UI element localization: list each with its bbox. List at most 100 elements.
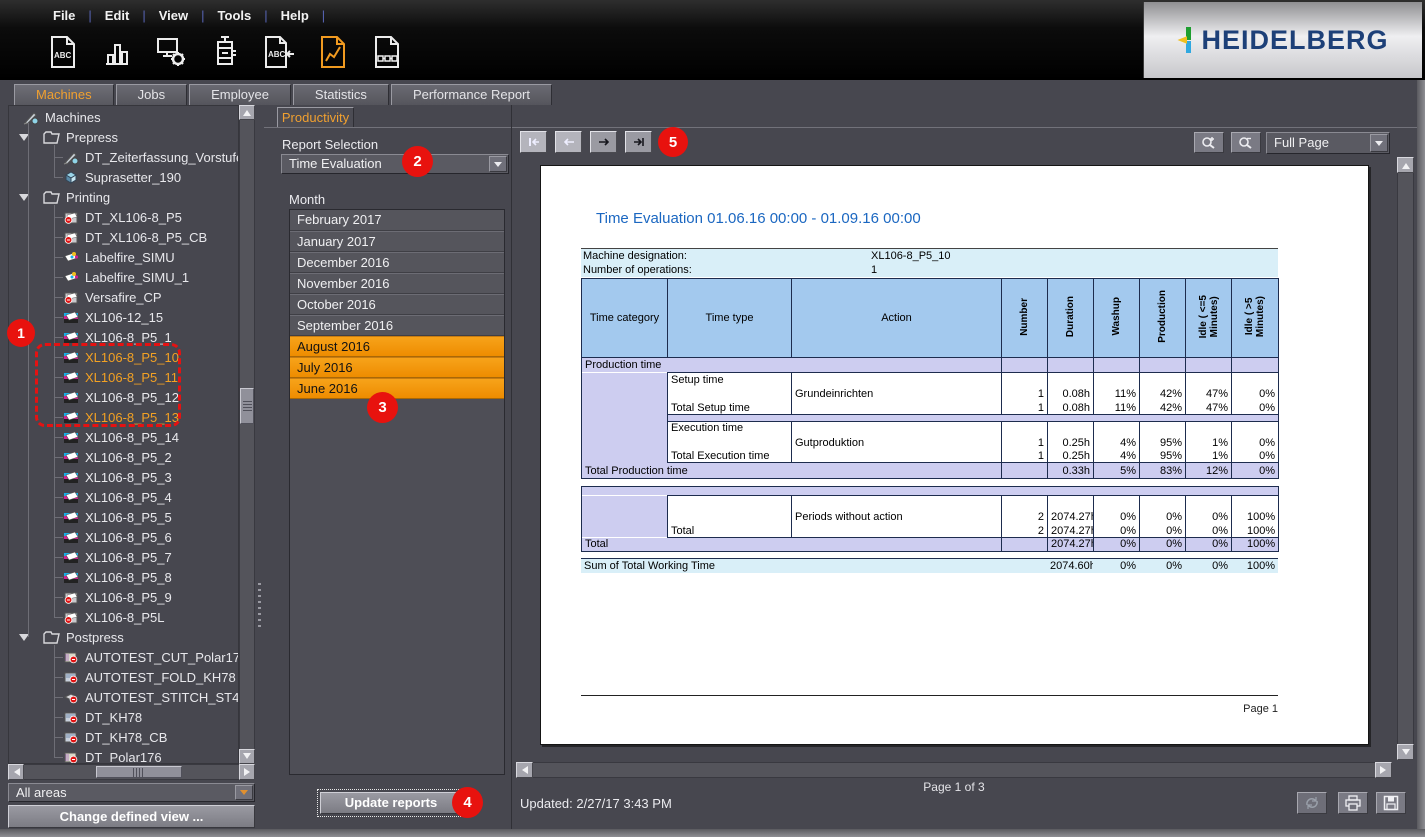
update-reports-button[interactable]: Update reports	[320, 792, 462, 814]
tree-scroll-right-button[interactable]	[239, 764, 255, 780]
time-type-total-cell: Total Setup time	[668, 402, 792, 415]
tree-item-xl106-8_p5_8[interactable]: XL106-8_P5_8	[9, 567, 238, 587]
print-button[interactable]	[1338, 792, 1368, 814]
dropdown-arrow-button[interactable]	[235, 785, 253, 800]
last-page-button[interactable]	[625, 131, 652, 153]
tree-item-autotest_cut_polar176[interactable]: AUTOTEST_CUT_Polar176	[9, 647, 238, 667]
tab-performance-report[interactable]: Performance Report	[391, 84, 552, 105]
save-button[interactable]	[1376, 792, 1406, 814]
menu-edit[interactable]: Edit	[92, 6, 143, 25]
doc-vscrollbar[interactable]	[1397, 157, 1414, 760]
next-page-button[interactable]	[590, 131, 617, 153]
month-item-november-2016[interactable]: November 2016	[290, 273, 504, 294]
tree-item-dt_kh78_cb[interactable]: DT_KH78_CB	[9, 727, 238, 747]
tree-item-autotest_stitch_st450[interactable]: AUTOTEST_STITCH_ST450	[9, 687, 238, 707]
zoom-out-button[interactable]	[1231, 132, 1261, 153]
month-item-february-2017[interactable]: February 2017	[290, 210, 504, 231]
doc-scroll-right-button[interactable]	[1375, 762, 1392, 778]
tab-employee[interactable]: Employee	[189, 84, 291, 105]
value-cell: 11%	[1094, 387, 1140, 402]
tree-item-xl106-8_p5_2[interactable]: XL106-8_P5_2	[9, 447, 238, 467]
tree-item-dt_polar176[interactable]: DT_Polar176	[9, 747, 238, 764]
doc-scroll-up-button[interactable]	[1397, 157, 1414, 173]
tree-item-xl106-8_p5_14[interactable]: XL106-8_P5_14	[9, 427, 238, 447]
tree-group-printing[interactable]: Printing	[9, 187, 238, 207]
time-type-cell	[668, 510, 792, 525]
tree-item-suprasetter_190[interactable]: Suprasetter_190	[9, 167, 238, 187]
tree-scroll-left-button[interactable]	[8, 764, 24, 780]
main-tab-bar: MachinesJobsEmployeeStatisticsPerformanc…	[14, 84, 552, 105]
month-item-january-2017[interactable]: January 2017	[290, 231, 504, 252]
tree-item-dt_xl106-8_p5[interactable]: DT_XL106-8_P5	[9, 207, 238, 227]
panel-splitter[interactable]	[256, 105, 263, 764]
tree-item-xl106-12_15[interactable]: XL106-12_15	[9, 307, 238, 327]
tree-hscroll-thumb[interactable]	[96, 766, 182, 778]
tree-vscrollbar[interactable]	[239, 105, 255, 764]
text-import-icon[interactable]: ABC	[260, 31, 298, 73]
tree-item-labelfire_simu[interactable]: Labelfire_SIMU	[9, 247, 238, 267]
tab-machines[interactable]: Machines	[14, 84, 114, 105]
tree-item-xl106-8_p5l[interactable]: XL106-8_P5L	[9, 607, 238, 627]
grip-icon	[243, 401, 252, 411]
tree-item-labelfire_simu_1[interactable]: Labelfire_SIMU_1	[9, 267, 238, 287]
month-item-july-2016[interactable]: July 2016	[290, 357, 504, 378]
menu-tools[interactable]: Tools	[205, 6, 265, 25]
month-item-september-2016[interactable]: September 2016	[290, 315, 504, 336]
tree-vscroll-thumb[interactable]	[240, 388, 254, 424]
tab-productivity[interactable]: Productivity	[277, 107, 354, 128]
tree-item-autotest_fold_kh78[interactable]: AUTOTEST_FOLD_KH78	[9, 667, 238, 687]
report-cell	[1232, 358, 1279, 373]
menu-view[interactable]: View	[146, 6, 201, 25]
previous-page-button[interactable]	[555, 131, 582, 153]
tree-item-xl106-8_p5_6[interactable]: XL106-8_P5_6	[9, 527, 238, 547]
tree-scroll-down-button[interactable]	[239, 749, 255, 764]
report-footer-rule	[581, 695, 1278, 696]
dropdown-arrow-button[interactable]	[489, 156, 507, 172]
month-item-june-2016[interactable]: June 2016	[290, 378, 504, 399]
zoom-in-button[interactable]	[1194, 132, 1224, 153]
month-item-august-2016[interactable]: August 2016	[290, 336, 504, 357]
month-item-december-2016[interactable]: December 2016	[290, 252, 504, 273]
tree-scroll-up-button[interactable]	[239, 105, 255, 120]
doc-scroll-down-button[interactable]	[1397, 744, 1414, 760]
tree-item-versafire_cp[interactable]: Versafire_CP	[9, 287, 238, 307]
machine-counter-icon[interactable]	[206, 31, 244, 73]
doc-hscrollbar[interactable]	[516, 762, 1392, 778]
menu-file[interactable]: File	[40, 6, 88, 25]
report-type-select[interactable]: Time Evaluation	[281, 154, 509, 174]
zoom-mode-select[interactable]: Full Page	[1266, 132, 1390, 154]
tree-group-postpress[interactable]: Postpress	[9, 627, 238, 647]
value-cell: 2074.27h	[1048, 510, 1094, 525]
refresh-button[interactable]	[1297, 792, 1327, 814]
tab-jobs[interactable]: Jobs	[116, 84, 187, 105]
text-report-icon[interactable]: ABC	[44, 31, 82, 73]
data-link-icon[interactable]	[368, 31, 406, 73]
doc-scroll-left-button[interactable]	[516, 762, 533, 778]
change-defined-view-button[interactable]: Change defined view ...	[8, 805, 255, 828]
month-item-october-2016[interactable]: October 2016	[290, 294, 504, 315]
tree-item-xl106-8_p5_4[interactable]: XL106-8_P5_4	[9, 487, 238, 507]
first-page-button[interactable]	[520, 131, 547, 153]
tree-item-xl106-8_p5_7[interactable]: XL106-8_P5_7	[9, 547, 238, 567]
tree-item-dt_kh78[interactable]: DT_KH78	[9, 707, 238, 727]
left-arrow-icon	[518, 766, 528, 774]
report-cell	[1232, 373, 1279, 387]
tree-item-xl106-8_p5_9[interactable]: XL106-8_P5_9	[9, 587, 238, 607]
press-icon	[63, 511, 79, 524]
report-cell	[1002, 358, 1048, 373]
system-settings-icon[interactable]	[152, 31, 190, 73]
tree-item-machines[interactable]: Machines	[9, 107, 238, 127]
tree-guide	[54, 177, 63, 178]
tab-statistics[interactable]: Statistics	[293, 84, 389, 105]
dropdown-arrow-button[interactable]	[1370, 134, 1388, 152]
tree-item-xl106-8_p5_5[interactable]: XL106-8_P5_5	[9, 507, 238, 527]
bar-chart-icon[interactable]	[98, 31, 136, 73]
tree-item-dt_xl106-8_p5_cb[interactable]: DT_XL106-8_P5_CB	[9, 227, 238, 247]
brand-logo: HEIDELBERG	[1201, 25, 1388, 56]
chart-report-icon[interactable]	[314, 31, 352, 73]
tree-item-dt_zeiterfassung_vorstufe[interactable]: DT_Zeiterfassung_Vorstufe	[9, 147, 238, 167]
menu-help[interactable]: Help	[268, 6, 322, 25]
tree-group-prepress[interactable]: Prepress	[9, 127, 238, 147]
area-filter-select[interactable]: All areas	[8, 783, 255, 802]
tree-item-xl106-8_p5_3[interactable]: XL106-8_P5_3	[9, 467, 238, 487]
